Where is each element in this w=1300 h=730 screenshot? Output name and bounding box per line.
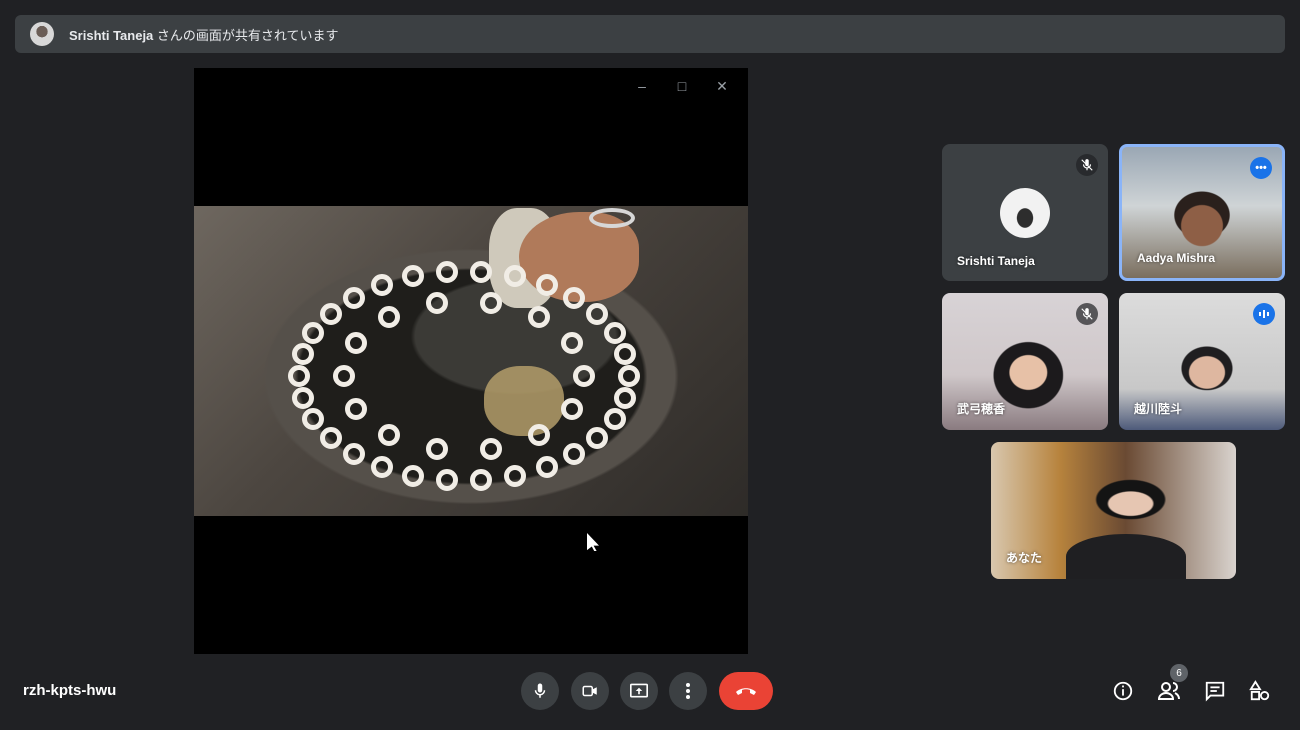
video-ring-shape — [527, 423, 550, 446]
participant-name: 武弓穂香 — [957, 402, 1006, 416]
video-ring-shape — [573, 365, 595, 387]
video-ring-shape — [302, 322, 325, 345]
video-ring-shape — [378, 306, 401, 329]
video-ring-shape — [479, 291, 502, 314]
video-ring-shape — [370, 455, 393, 478]
bottom-toolbar: rzh-kpts-hwu 6 — [0, 660, 1300, 730]
maximize-icon[interactable]: □ — [670, 74, 694, 98]
shared-video-frame — [194, 206, 748, 516]
mic-off-icon — [1076, 303, 1098, 325]
speaking-indicator-icon — [1253, 303, 1275, 325]
video-ring-shape — [333, 365, 355, 387]
meeting-details-button[interactable] — [1110, 678, 1136, 704]
video-ring-shape — [302, 407, 325, 430]
video-ring-shape — [435, 260, 458, 283]
video-bangle-shape — [589, 208, 635, 228]
microphone-icon — [534, 683, 546, 698]
video-ring-shape — [561, 332, 584, 355]
hang-up-icon — [736, 688, 756, 695]
participant-avatar — [1000, 188, 1050, 238]
video-ring-shape — [402, 464, 424, 487]
close-icon[interactable]: ✕ — [710, 74, 734, 98]
present-screen-button[interactable] — [620, 672, 658, 710]
video-ring-shape — [527, 306, 550, 329]
video-ring-shape — [426, 291, 449, 314]
chat-button[interactable] — [1202, 678, 1228, 704]
video-ring-shape — [586, 303, 609, 326]
video-ring-shape — [614, 343, 637, 366]
video-ring-shape — [344, 332, 367, 355]
more-vert-icon — [686, 683, 690, 699]
banner-suffix: さんの画面が共有されています — [153, 27, 339, 43]
activities-icon — [1249, 680, 1270, 701]
camera-icon — [582, 685, 597, 697]
participant-name: あなた — [1006, 551, 1043, 565]
participant-tile-aadya[interactable]: ••• Aadya Mishra — [1119, 144, 1285, 281]
leave-call-button[interactable] — [719, 672, 773, 710]
participant-name: Aadya Mishra — [1137, 251, 1216, 265]
participant-tile-honoka[interactable]: 武弓穂香 — [942, 293, 1108, 430]
video-ring-shape — [586, 426, 609, 449]
activities-button[interactable] — [1247, 678, 1273, 704]
video-ring-shape — [319, 426, 342, 449]
video-ring-shape — [603, 322, 626, 345]
video-ring-shape — [470, 260, 493, 283]
participant-name: 越川陸斗 — [1134, 402, 1183, 416]
minimize-icon[interactable]: – — [630, 74, 654, 98]
meeting-code: rzh-kpts-hwu — [23, 682, 117, 699]
video-ring-shape — [535, 274, 558, 297]
microphone-button[interactable] — [521, 672, 559, 710]
video-ring-shape — [614, 386, 637, 409]
presenter-name: Srishti Taneja — [69, 27, 154, 43]
present-screen-icon — [630, 683, 648, 698]
more-options-icon[interactable]: ••• — [1250, 157, 1272, 179]
self-video-shape — [1066, 534, 1186, 579]
presenter-avatar — [30, 22, 54, 46]
video-ring-shape — [288, 365, 310, 387]
video-ring-shape — [561, 397, 584, 420]
video-ring-shape — [503, 265, 526, 288]
more-options-button[interactable] — [669, 672, 707, 710]
participant-tile-self[interactable]: あなた — [991, 442, 1236, 579]
video-ring-shape — [479, 438, 502, 461]
info-icon — [1113, 681, 1133, 701]
participant-name: Srishti Taneja — [957, 254, 1035, 268]
video-ring-shape — [291, 343, 314, 366]
video-ring-shape — [402, 265, 424, 288]
video-ring-shape — [370, 274, 393, 297]
camera-button[interactable] — [571, 672, 609, 710]
participant-tile-srishti[interactable]: Srishti Taneja — [942, 144, 1108, 281]
chat-icon — [1205, 681, 1225, 702]
video-ring-shape — [426, 438, 449, 461]
video-ring-shape — [291, 386, 314, 409]
video-ring-shape — [563, 286, 586, 309]
presentation-banner: Srishti Taneja さんの画面が共有されています — [15, 15, 1285, 53]
shared-screen: – □ ✕ — [194, 68, 748, 654]
video-batter-shape — [484, 366, 564, 436]
video-ring-shape — [470, 469, 493, 492]
banner-text: Srishti Taneja さんの画面が共有されています — [69, 25, 339, 44]
video-ring-shape — [342, 443, 365, 466]
video-ring-shape — [603, 407, 626, 430]
video-ring-shape — [503, 464, 526, 487]
shared-window-controls: – □ ✕ — [630, 74, 734, 98]
video-ring-shape — [563, 443, 586, 466]
video-ring-shape — [618, 365, 640, 387]
video-ring-shape — [435, 469, 458, 492]
video-ring-shape — [319, 303, 342, 326]
people-icon — [1157, 682, 1180, 700]
people-count-badge: 6 — [1170, 664, 1188, 682]
participant-tile-rikuto[interactable]: 越川陸斗 — [1119, 293, 1285, 430]
video-ring-shape — [535, 455, 558, 478]
video-ring-shape — [378, 423, 401, 446]
mic-off-icon — [1076, 154, 1098, 176]
video-ring-shape — [342, 286, 365, 309]
video-ring-shape — [344, 397, 367, 420]
